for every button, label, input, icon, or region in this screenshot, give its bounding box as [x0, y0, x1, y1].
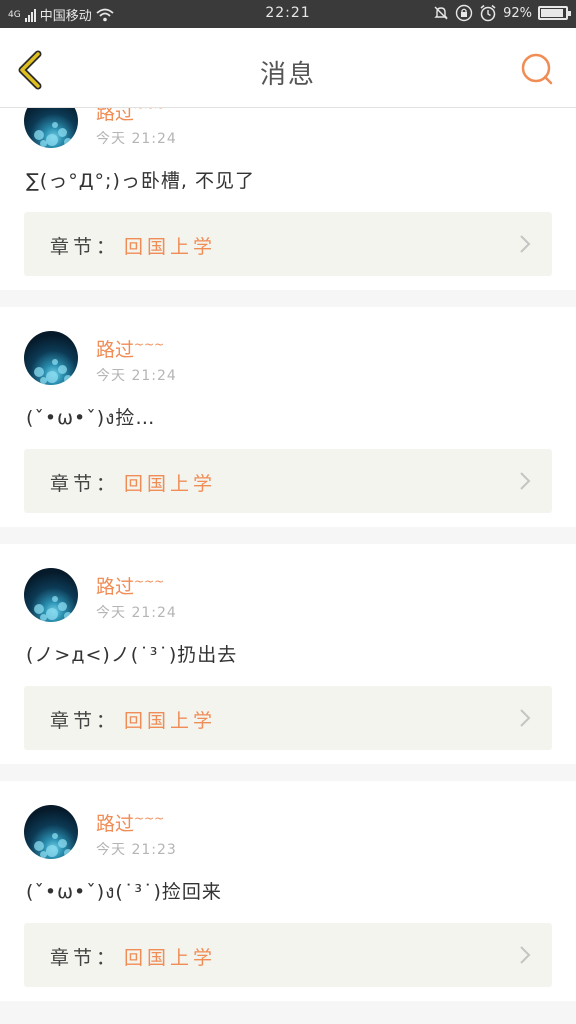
avatar-bokeh-dot — [52, 833, 58, 839]
chevron-right-icon — [520, 946, 531, 964]
avatar-bokeh-dot — [40, 614, 47, 621]
avatar[interactable] — [24, 331, 78, 385]
avatar-bokeh-dot — [58, 365, 67, 374]
chevron-right-icon — [520, 709, 531, 727]
alarm-icon — [480, 4, 496, 22]
message-card: 路过~~~ 今天 21:24 (ˇ•ω•ˇ)ง捡… 章节： 回国上学 — [0, 307, 576, 527]
avatar-bokeh-dot — [58, 839, 67, 848]
battery-percent: 92% — [503, 5, 532, 21]
chapter-label: 章节： — [50, 236, 120, 258]
avatar-bokeh-dot — [58, 602, 67, 611]
message-card: 路过~~~ 今天 21:23 (ˇ•ω•ˇ)ง(˙³˙)捡回来 章节： 回国上学 — [0, 781, 576, 1001]
page-title: 消息 — [259, 60, 316, 90]
avatar[interactable] — [24, 805, 78, 859]
search-icon[interactable] — [518, 50, 558, 90]
message-time: 今天 21:24 — [96, 605, 177, 621]
chapter-label: 章节： — [50, 473, 120, 495]
chapter-link[interactable]: 章节： 回国上学 — [24, 686, 552, 750]
avatar-bokeh-dot — [64, 849, 72, 857]
chapter-link[interactable]: 章节： 回国上学 — [24, 449, 552, 513]
avatar-bokeh-dot — [52, 122, 58, 128]
chapter-name: 回国上学 — [124, 710, 217, 732]
message-time: 今天 21:24 — [96, 131, 177, 147]
avatar-bokeh-dot — [64, 375, 72, 383]
avatar-bokeh-dot — [52, 596, 58, 602]
message-content: ∑(っ°Д°;)っ卧槽, 不见了 — [26, 170, 255, 192]
message-content: (ノ>д<)ノ(˙³˙)扔出去 — [26, 644, 238, 666]
message-content: (ˇ•ω•ˇ)ง捡… — [26, 407, 156, 429]
chapter-name: 回国上学 — [124, 947, 217, 969]
message-card: 路过~~~ 今天 21:24 (ノ>д<)ノ(˙³˙)扔出去 章节： 回国上学 — [0, 544, 576, 764]
avatar-bokeh-dot — [58, 128, 67, 137]
avatar-bokeh-dot — [34, 841, 44, 851]
message-list-inner: 路过~~~ 今天 21:24 ∑(っ°Д°;)っ卧槽, 不见了 章节： 回国上学… — [0, 108, 576, 1018]
avatar-bokeh-dot — [64, 612, 72, 620]
notification-muted-icon — [434, 6, 448, 20]
message-content: (ˇ•ω•ˇ)ง(˙³˙)捡回来 — [26, 881, 222, 903]
avatar-bokeh-dot — [34, 604, 44, 614]
message-time: 今天 21:23 — [96, 842, 177, 858]
avatar-bokeh-dot — [64, 138, 72, 146]
chevron-right-icon — [520, 472, 531, 490]
avatar-bokeh-dot — [34, 130, 44, 140]
nav-bar: 消息 — [0, 28, 576, 108]
avatar-bokeh-dot — [34, 367, 44, 377]
chapter-label: 章节： — [50, 710, 120, 732]
battery-icon — [538, 6, 571, 20]
avatar-bokeh-dot — [46, 608, 58, 620]
message-time: 今天 21:24 — [96, 368, 177, 384]
avatar-bokeh-dot — [46, 371, 58, 383]
username[interactable]: 路过~~~ — [96, 809, 164, 836]
chapter-name: 回国上学 — [124, 236, 217, 258]
avatar[interactable] — [24, 568, 78, 622]
username[interactable]: 路过~~~ — [96, 572, 164, 599]
chevron-right-icon — [520, 235, 531, 253]
message-list[interactable]: 路过~~~ 今天 21:24 ∑(っ°Д°;)っ卧槽, 不见了 章节： 回国上学… — [0, 108, 576, 1024]
avatar-bokeh-dot — [40, 377, 47, 384]
status-bar: 4G 中国移动 22:21 92% — [0, 0, 576, 28]
chapter-name: 回国上学 — [124, 473, 217, 495]
avatar-bokeh-dot — [40, 140, 47, 147]
chapter-label: 章节： — [50, 947, 120, 969]
chapter-link[interactable]: 章节： 回国上学 — [24, 212, 552, 276]
message-card: 路过~~~ 今天 21:24 ∑(っ°Д°;)っ卧槽, 不见了 章节： 回国上学 — [0, 108, 576, 290]
username[interactable]: 路过~~~ — [96, 335, 164, 362]
status-right: 92% — [433, 4, 571, 22]
username[interactable]: 路过~~~ — [96, 108, 164, 125]
avatar-bokeh-dot — [46, 845, 58, 857]
avatar-bokeh-dot — [40, 851, 47, 858]
avatar-bokeh-dot — [52, 359, 58, 365]
avatar[interactable] — [24, 108, 78, 148]
rotation-lock-icon — [455, 4, 473, 22]
avatar-bokeh-dot — [46, 134, 58, 146]
chapter-link[interactable]: 章节： 回国上学 — [24, 923, 552, 987]
